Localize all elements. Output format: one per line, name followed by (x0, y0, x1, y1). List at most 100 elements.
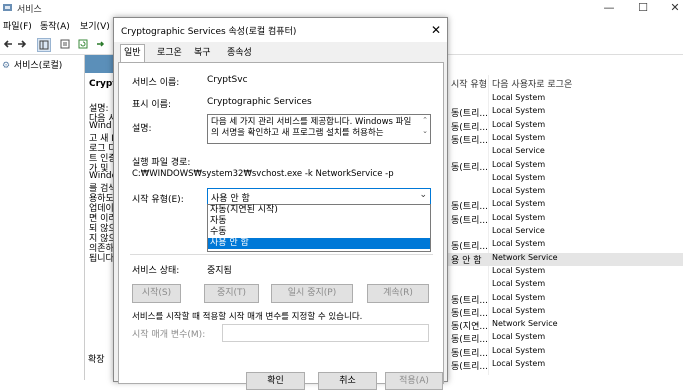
startup-option-auto-delayed[interactable]: 자동(지연된 시작) (208, 205, 430, 216)
row-logon-as: Local Service (492, 226, 545, 235)
row-logon-as: Local System (492, 345, 546, 355)
description-scrollbar[interactable]: ⌃ ⌄ (420, 115, 430, 143)
close-button[interactable]: ✕ (660, 0, 683, 16)
row-startup-type: 동(트리... (451, 135, 488, 146)
start-params-label: 시작 매개 변수(M): (132, 330, 206, 340)
table-row[interactable]: Local Service (447, 226, 683, 239)
scroll-up-icon[interactable]: ⌃ (420, 115, 430, 126)
tab-recovery[interactable]: 복구 (191, 45, 214, 61)
dialog-close-button[interactable]: ✕ (427, 21, 445, 39)
forward-arrow-icon[interactable] (16, 38, 28, 50)
row-logon-as: Local System (492, 239, 546, 249)
apply-button[interactable]: 적용(A) (385, 372, 443, 390)
export-icon[interactable] (94, 38, 106, 50)
table-row[interactable]: 동(트리... Local System (447, 346, 683, 359)
table-row[interactable]: 동(트리... Local System (447, 213, 683, 226)
row-logon-as: Local System (492, 212, 546, 222)
tab-dependencies[interactable]: 종속성 (224, 45, 255, 61)
service-name-label: 서비스 이름: (132, 78, 180, 88)
row-logon-as: Local System (492, 119, 546, 129)
row-logon-as: Local System (492, 186, 546, 196)
scroll-down-icon[interactable]: ⌄ (420, 126, 430, 137)
minimize-button[interactable]: — (594, 0, 624, 16)
table-row[interactable]: Local System (447, 266, 683, 279)
gear-icon: ⚙ (2, 61, 11, 71)
row-logon-as: Local System (492, 199, 546, 209)
description-label: 설명: (132, 124, 152, 134)
tab-logon[interactable]: 로그온 (154, 45, 185, 61)
table-row[interactable]: Local System (447, 93, 683, 106)
display-name-label: 표시 이름: (132, 100, 172, 110)
column-header-startup-type[interactable]: 시작 유형 (451, 77, 487, 90)
services-app-icon (3, 3, 13, 12)
tab-general[interactable]: 일반 (120, 44, 145, 63)
table-row[interactable]: 동(트리... Local System (447, 359, 683, 372)
startup-type-label: 시작 유형(E): (132, 195, 184, 205)
chevron-down-icon: ⌄ (419, 190, 427, 200)
tab-bar: 일반 로그온 복구 종속성 (118, 44, 442, 63)
ok-button[interactable]: 확인 (246, 372, 305, 390)
table-row[interactable]: 동(트리... Local System (447, 133, 683, 146)
table-row[interactable]: 동(트리... Local System (447, 332, 683, 345)
startup-option-disabled[interactable]: 사용 안 함 (208, 238, 430, 249)
column-header-logon-as[interactable]: 다음 사용자로 로그온 (492, 77, 572, 90)
table-row[interactable]: Local System (447, 279, 683, 292)
table-row[interactable]: 동(트리... Local System (447, 293, 683, 306)
dialog-titlebar: Cryptographic Services 속성(로컬 컴퓨터) ✕ (114, 18, 447, 42)
table-row[interactable]: Local System (447, 186, 683, 199)
startup-option-manual[interactable]: 수동 (208, 227, 430, 238)
back-arrow-icon[interactable] (2, 38, 14, 50)
row-logon-as: Local System (492, 172, 546, 182)
row-startup-type: 용 안 함 (451, 255, 482, 266)
row-logon-as: Local System (492, 359, 546, 368)
main-titlebar: 서비스 — ☐ ✕ (0, 0, 683, 16)
detail-desc-line: Wind (89, 121, 112, 131)
table-row[interactable]: 동(트리... Local System (447, 120, 683, 133)
row-logon-as: Local System (492, 106, 546, 116)
display-name-value: Cryptographic Services (207, 97, 312, 107)
table-row[interactable]: Local System (447, 173, 683, 186)
cancel-button[interactable]: 취소 (318, 372, 377, 390)
menu-view[interactable]: 보기(V) (80, 19, 110, 32)
description-text: 다음 세 가지 관리 서비스를 제공합니다. Windows 파일의 서명을 확… (211, 117, 412, 138)
detail-header (85, 55, 115, 73)
start-params-hint: 서비스를 시작할 때 적용할 시작 매개 변수를 지정할 수 있습니다. (132, 312, 363, 322)
service-detail-pane: Crypto 설명: 다음 서 Wind 고 새 I 로그 다 트 인증 가 및… (85, 55, 123, 380)
startup-option-auto[interactable]: 자동 (208, 216, 430, 227)
tab-extended[interactable]: 확장 (88, 352, 105, 365)
start-params-input[interactable] (222, 324, 429, 342)
start-button[interactable]: 시작(S) (132, 284, 181, 303)
resume-button[interactable]: 계속(R) (367, 284, 429, 303)
table-row[interactable]: 동(트리... Local System (447, 106, 683, 119)
row-startup-type: 동(트리... (451, 348, 488, 359)
menu-file[interactable]: 파일(F) (3, 19, 32, 32)
refresh-icon[interactable] (77, 38, 89, 50)
table-row[interactable]: Local Service (447, 146, 683, 159)
tree-item-services-local[interactable]: ⚙ 서비스(로컬) (2, 58, 62, 71)
description-textbox[interactable]: 다음 세 가지 관리 서비스를 제공합니다. Windows 파일의 서명을 확… (207, 114, 431, 144)
table-row[interactable]: 동(트리... Local System (447, 239, 683, 252)
row-startup-type: 동(트리... (451, 109, 488, 120)
detail-desc-line: 됩니다 (89, 254, 114, 264)
startup-type-value: 사용 안 함 (211, 194, 250, 204)
table-row[interactable]: 동(트리... Local System (447, 306, 683, 319)
maximize-button[interactable]: ☐ (628, 0, 658, 16)
menu-action[interactable]: 동작(A) (40, 19, 70, 32)
service-name-value: CryptSvc (207, 75, 248, 85)
tree-pane: ⚙ 서비스(로컬) (0, 55, 85, 380)
row-logon-as: Local Service (492, 146, 545, 156)
table-row[interactable]: 동(트리... Local System (447, 160, 683, 173)
table-row[interactable]: 동(지연... Network Service (447, 319, 683, 332)
table-row[interactable]: 동(트리... Local System (447, 199, 683, 212)
stop-button[interactable]: 중지(T) (204, 284, 259, 303)
row-startup-type: 동(트리... (451, 202, 488, 213)
executable-path-label: 실행 파일 경로: (132, 158, 191, 168)
console-tree-icon[interactable] (37, 38, 51, 52)
row-logon-as: Local System (492, 93, 546, 102)
pause-button[interactable]: 일시 중지(P) (271, 284, 353, 303)
row-startup-type: 동(지연... (451, 322, 488, 333)
tree-item-label: 서비스(로컬) (13, 61, 63, 71)
properties-icon[interactable] (59, 38, 71, 50)
table-row[interactable]: 용 안 함 Network Service (447, 252, 683, 266)
executable-path-value: C:₩WINDOWS₩system32₩svchost.exe -k Netwo… (132, 169, 394, 179)
